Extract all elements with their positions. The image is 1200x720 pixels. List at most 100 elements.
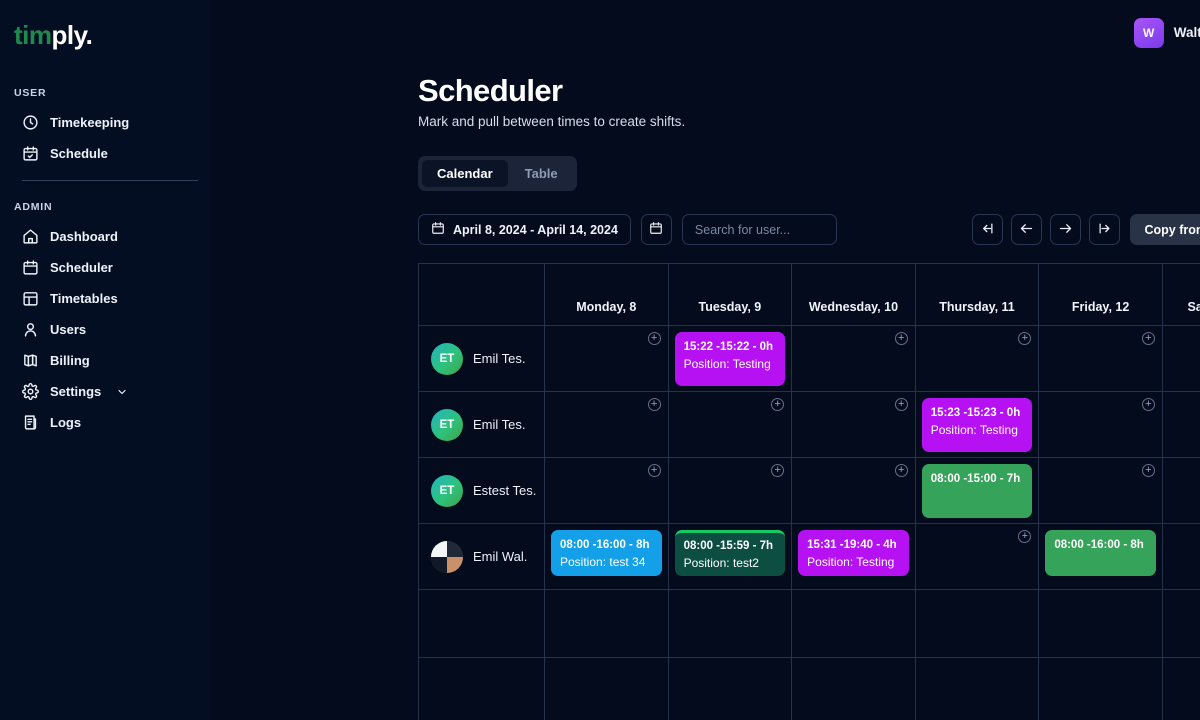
add-shift-icon[interactable]: + — [894, 332, 908, 345]
tab-calendar[interactable]: Calendar — [422, 160, 508, 187]
calendar-cell[interactable]: + — [545, 392, 669, 458]
sidebar-item-billing[interactable]: Billing — [0, 345, 210, 376]
calendar-cell[interactable]: +08:00 -16:00 - 8h — [1039, 524, 1163, 590]
calendar-cell[interactable] — [1163, 658, 1200, 720]
arrow-left-to-line-icon — [980, 221, 995, 239]
calendar-cell[interactable] — [545, 590, 669, 658]
calendar-cell[interactable]: + — [1039, 392, 1163, 458]
shift-card[interactable]: 08:00 -16:00 - 8h — [1045, 530, 1156, 576]
page-subtitle: Mark and pull between times to create sh… — [418, 114, 686, 129]
sidebar-item-label: Billing — [50, 353, 90, 368]
shift-card[interactable]: 15:22 -15:22 - 0h Position: Testing — [674, 332, 786, 386]
add-shift-icon[interactable]: + — [647, 332, 661, 345]
chevron-down-icon[interactable] — [116, 386, 128, 398]
add-shift-icon[interactable]: + — [647, 398, 661, 411]
calendar-cell[interactable]: + — [915, 524, 1040, 590]
shift-card[interactable]: 08:00 -15:59 - 7h Position: test2 — [674, 530, 786, 576]
sidebar-section-admin: ADMIN — [14, 201, 53, 213]
calendar-cell[interactable] — [915, 590, 1040, 658]
shift-card[interactable]: 15:31 -19:40 - 4h Position: Testing — [798, 530, 909, 576]
user-cell[interactable]: Emil Wal. — [419, 524, 545, 590]
calendar-cell[interactable]: + — [545, 326, 669, 392]
add-shift-icon[interactable]: + — [1018, 530, 1032, 543]
calendar-body: ETEmil Tes.++15:22 -15:22 - 0hPosition: … — [419, 326, 1200, 720]
calendar-cell[interactable]: +15:23 -15:23 - 0hPosition: Testing — [915, 392, 1040, 458]
arrow-right-to-line-icon — [1097, 221, 1112, 239]
shift-time: 08:00 -16:00 - 8h — [1054, 539, 1144, 551]
sidebar: timply. USER Timekeeping Schedule ADMIN … — [0, 0, 210, 720]
sidebar-item-timekeeping[interactable]: Timekeeping — [0, 107, 210, 138]
add-shift-icon[interactable]: + — [894, 398, 908, 411]
sidebar-item-users[interactable]: Users — [0, 314, 210, 345]
calendar-cell[interactable]: + — [545, 458, 669, 524]
app-root: timply. USER Timekeeping Schedule ADMIN … — [0, 0, 1200, 720]
add-shift-icon[interactable]: + — [771, 398, 785, 411]
calendar-cell[interactable] — [1039, 590, 1163, 658]
calendar-cell[interactable]: + — [1039, 326, 1163, 392]
calendar-cell[interactable]: + — [915, 326, 1040, 392]
calendar-cell[interactable]: +08:00 -15:59 - 7hPosition: test2 — [668, 524, 793, 590]
add-shift-icon[interactable]: + — [1141, 332, 1155, 345]
calendar-cell[interactable] — [1162, 590, 1200, 658]
calendar-cell[interactable]: +08:00 -15:00 - 7h — [915, 458, 1040, 524]
tab-table[interactable]: Table — [510, 160, 573, 187]
org-switcher[interactable]: W Walter Media Dev — [1133, 17, 1200, 48]
org-badge: W — [1133, 17, 1164, 48]
sidebar-item-dashboard[interactable]: Dashboard — [0, 221, 210, 252]
calendar-cell[interactable]: + — [668, 392, 793, 458]
user-cell[interactable]: ET Estest Tes. — [419, 458, 545, 524]
sidebar-item-scheduler[interactable]: Scheduler — [0, 252, 210, 283]
calendar-cell[interactable] — [792, 590, 916, 658]
add-shift-icon[interactable]: + — [894, 464, 908, 477]
add-shift-icon[interactable]: + — [647, 464, 661, 477]
jump-last-week-button[interactable] — [1089, 214, 1121, 245]
user-cell[interactable]: ET Emil Tes. — [419, 392, 545, 458]
sidebar-item-logs[interactable]: Logs — [0, 407, 210, 438]
user-cell[interactable]: ET Emil Tes. — [419, 326, 545, 392]
calendar-cell[interactable]: + — [1162, 326, 1200, 392]
avatar: ET — [431, 342, 463, 375]
calendar-cell[interactable] — [1039, 658, 1163, 720]
calendar-cell[interactable]: + — [668, 458, 793, 524]
calendar-cell[interactable]: + — [792, 326, 916, 392]
brand-logo-part1: tim — [14, 20, 52, 50]
calendar-cell[interactable]: +15:22 -15:22 - 0hPosition: Testing — [668, 326, 793, 392]
add-shift-icon[interactable]: + — [771, 464, 785, 477]
brand-logo-part2: ply. — [51, 20, 93, 50]
date-range-button[interactable]: April 8, 2024 - April 14, 2024 — [418, 214, 631, 245]
shift-card[interactable]: 08:00 -15:00 - 7h — [921, 464, 1033, 518]
calendar-cell[interactable]: + — [1162, 458, 1200, 524]
calendar-cell[interactable] — [668, 590, 793, 658]
calendar-cell[interactable]: + — [1162, 392, 1200, 458]
shift-time: 08:00 -15:00 - 7h — [930, 473, 1021, 485]
calendar-cell[interactable] — [545, 658, 669, 720]
shift-card[interactable]: 15:23 -15:23 - 0h Position: Testing — [921, 398, 1033, 452]
jump-first-week-button[interactable] — [972, 214, 1004, 245]
calendar-cell[interactable] — [792, 658, 916, 720]
day-header-tuesday: Tuesday, 9 — [668, 264, 793, 326]
user-name: Emil Tes. — [473, 417, 526, 432]
calendar-picker-button[interactable] — [640, 214, 672, 245]
day-header-thursday: Thursday, 11 — [915, 264, 1040, 326]
shift-card[interactable]: 08:00 -16:00 - 8h Position: test 34 — [551, 530, 662, 576]
previous-week-button[interactable] — [1011, 214, 1043, 245]
sidebar-item-timetables[interactable]: Timetables — [0, 283, 210, 314]
week-navigation — [972, 214, 1121, 245]
calendar-cell[interactable]: + — [1162, 524, 1200, 590]
search-input[interactable] — [681, 214, 837, 245]
calendar-cell[interactable]: + — [792, 458, 916, 524]
sidebar-item-settings[interactable]: Settings — [0, 376, 210, 407]
add-shift-icon[interactable]: + — [1018, 332, 1032, 345]
calendar-cell[interactable]: +08:00 -16:00 - 8hPosition: test 34 — [545, 524, 669, 590]
calendar-cell[interactable] — [669, 658, 793, 720]
add-shift-icon[interactable]: + — [1141, 464, 1155, 477]
next-week-button[interactable] — [1050, 214, 1082, 245]
calendar-cell[interactable]: +15:31 -19:40 - 4hPosition: Testing — [792, 524, 916, 590]
brand-logo[interactable]: timply. — [0, 0, 210, 51]
sidebar-item-schedule[interactable]: Schedule — [0, 138, 210, 169]
calendar-cell[interactable]: + — [792, 392, 916, 458]
add-shift-icon[interactable]: + — [1141, 398, 1155, 411]
calendar-cell[interactable] — [916, 658, 1040, 720]
calendar-cell[interactable]: + — [1039, 458, 1163, 524]
copy-from-last-week-button[interactable]: Copy from last week — [1130, 214, 1200, 245]
